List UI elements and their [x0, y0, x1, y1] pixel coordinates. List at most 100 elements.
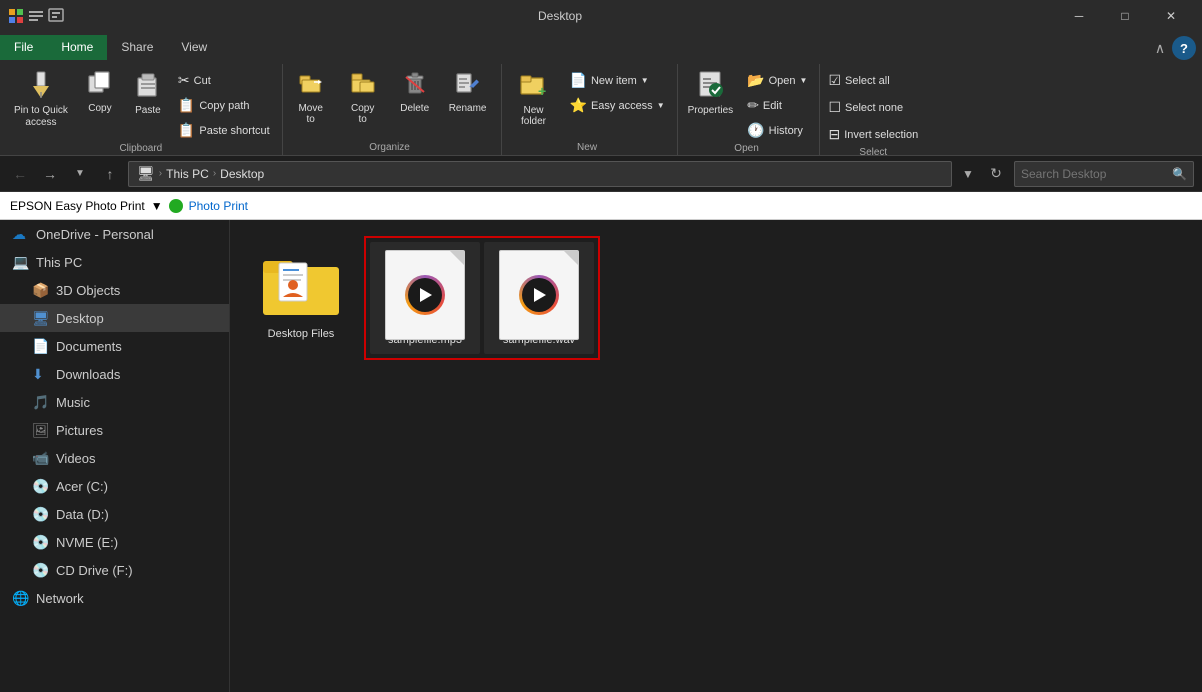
easy-access-label: Easy access	[591, 100, 653, 112]
thispc-icon: 💻	[12, 254, 30, 271]
organize-label: Organize	[369, 142, 410, 153]
close-button[interactable]: ✕	[1148, 0, 1194, 32]
recent-locations-button[interactable]: ▼	[68, 162, 92, 186]
paste-shortcut-button[interactable]: 📋 Paste shortcut	[174, 120, 274, 141]
path-sep-1: ›	[159, 168, 162, 179]
help-button[interactable]: ?	[1172, 36, 1196, 60]
history-icon: 🕐	[747, 122, 764, 139]
desktop-label: Desktop	[56, 311, 104, 326]
3dobjects-label: 3D Objects	[56, 283, 120, 298]
new-item-label: New item	[591, 75, 637, 87]
info-bar-dot	[169, 199, 183, 213]
rename-button[interactable]: Rename	[443, 66, 493, 118]
invert-selection-button[interactable]: ⊟ Invert selection	[824, 124, 922, 145]
select-none-button[interactable]: ☐ Select none	[824, 97, 922, 118]
cut-button[interactable]: ✂ Cut	[174, 70, 274, 91]
copy-path-button[interactable]: 📋 Copy path	[174, 95, 274, 116]
file-name-desktop-files: Desktop Files	[268, 328, 335, 340]
window-controls: ─ □ ✕	[1056, 0, 1194, 32]
delete-button[interactable]: Delete	[391, 66, 439, 118]
open-button[interactable]: 📂 Open ▼	[743, 70, 811, 91]
copy-button[interactable]: Copy	[78, 66, 122, 118]
tab-share[interactable]: Share	[107, 35, 167, 60]
new-folder-button[interactable]: + New folder	[506, 66, 562, 131]
tab-home[interactable]: Home	[47, 35, 107, 60]
address-expand-button[interactable]: ▼	[958, 161, 978, 187]
info-bar-dropdown[interactable]: ▼	[151, 199, 163, 213]
collapse-ribbon-button[interactable]: ∧	[1148, 36, 1172, 60]
sidebar-item-desktop[interactable]: 🖥 Desktop	[0, 304, 229, 332]
new-item-icon: 📄	[570, 72, 587, 89]
cddrive-label: CD Drive (F:)	[56, 563, 133, 578]
back-button[interactable]: ←	[8, 162, 32, 186]
onedrive-label: OneDrive - Personal	[36, 227, 154, 242]
select-all-button[interactable]: ☑ Select all	[824, 70, 922, 91]
up-button[interactable]: ↑	[98, 162, 122, 186]
file-item-mp3[interactable]: samplefile.mp3	[370, 242, 480, 354]
data-icon: 💿	[32, 506, 50, 523]
svg-text:+: +	[538, 83, 546, 98]
info-bar-photo-print[interactable]: Photo Print	[189, 199, 248, 213]
sidebar-item-pictures[interactable]: 🖼 Pictures	[0, 416, 229, 444]
sidebar-item-3dobjects[interactable]: 📦 3D Objects	[0, 276, 229, 304]
sidebar-item-nvme[interactable]: 💿 NVME (E:)	[0, 528, 229, 556]
sidebar-item-music[interactable]: 🎵 Music	[0, 388, 229, 416]
sidebar-item-thispc[interactable]: 💻 This PC	[0, 248, 229, 276]
copy-button-label: Copy	[88, 103, 111, 114]
app-icon-3	[48, 8, 64, 24]
ribbon-tabs: File Home Share View ∧ ?	[0, 32, 1202, 60]
copy-to-icon	[350, 70, 376, 101]
edit-button[interactable]: ✏ Edit	[743, 95, 811, 116]
sidebar-item-data[interactable]: 💿 Data (D:)	[0, 500, 229, 528]
select-group-content: ☑ Select all ☐ Select none ⊟ Invert sele…	[824, 66, 922, 145]
mp3-icon	[385, 250, 465, 330]
wav-icon	[499, 250, 579, 330]
sidebar-item-acer[interactable]: 💿 Acer (C:)	[0, 472, 229, 500]
pin-to-quick-access-button[interactable]: Pin to Quick access	[8, 66, 74, 133]
forward-button[interactable]: →	[38, 162, 62, 186]
file-item-wav[interactable]: samplefile.wav	[484, 242, 594, 354]
easy-access-arrow: ▼	[657, 101, 665, 110]
paste-shortcut-label: Paste shortcut	[199, 125, 269, 137]
window-title: Desktop	[70, 9, 1050, 23]
easy-access-button[interactable]: ⭐ Easy access ▼	[566, 95, 669, 116]
history-button[interactable]: 🕐 History	[743, 120, 811, 141]
path-computer-icon: 🖥	[137, 165, 155, 182]
address-path[interactable]: 🖥 › This PC › Desktop	[128, 161, 952, 187]
copy-to-label: Copy to	[351, 103, 374, 125]
tab-file[interactable]: File	[0, 35, 47, 60]
clipboard-group-content: Pin to Quick access Copy	[8, 66, 274, 141]
sidebar-item-documents[interactable]: 📄 Documents	[0, 332, 229, 360]
open-label: Open	[734, 143, 758, 154]
sidebar-item-cddrive[interactable]: 💿 CD Drive (F:)	[0, 556, 229, 584]
refresh-button[interactable]: ↻	[984, 162, 1008, 186]
sidebar-item-downloads[interactable]: ⬇ Downloads	[0, 360, 229, 388]
nvme-icon: 💿	[32, 534, 50, 551]
file-item-desktop-files[interactable]: Desktop Files	[246, 236, 356, 360]
maximize-button[interactable]: □	[1102, 0, 1148, 32]
mp3-play-circle	[405, 275, 445, 315]
move-to-button[interactable]: Move to	[287, 66, 335, 129]
wav-play-triangle	[534, 288, 546, 302]
minimize-button[interactable]: ─	[1056, 0, 1102, 32]
sidebar: ☁ OneDrive - Personal 💻 This PC 📦 3D Obj…	[0, 220, 230, 692]
select-label: Select	[859, 147, 887, 158]
properties-button[interactable]: Properties	[682, 66, 740, 120]
cut-label: Cut	[194, 75, 211, 87]
pin-icon	[27, 70, 55, 103]
delete-icon	[402, 70, 428, 101]
paste-shortcut-icon: 📋	[178, 122, 195, 139]
info-bar-app-name: EPSON Easy Photo Print	[10, 199, 145, 213]
paste-icon	[134, 70, 162, 103]
sidebar-item-onedrive[interactable]: ☁ OneDrive - Personal	[0, 220, 229, 248]
copy-to-button[interactable]: Copy to	[339, 66, 387, 129]
paste-button[interactable]: Paste	[126, 66, 170, 120]
sidebar-item-videos[interactable]: 📹 Videos	[0, 444, 229, 472]
organize-group-content: Move to Copy to	[287, 66, 493, 140]
new-item-button[interactable]: 📄 New item ▼	[566, 70, 669, 91]
rename-label: Rename	[449, 103, 487, 114]
sidebar-item-network[interactable]: 🌐 Network	[0, 584, 229, 612]
tab-view[interactable]: View	[167, 35, 221, 60]
invert-label: Invert selection	[844, 129, 918, 141]
search-input[interactable]	[1021, 167, 1168, 181]
